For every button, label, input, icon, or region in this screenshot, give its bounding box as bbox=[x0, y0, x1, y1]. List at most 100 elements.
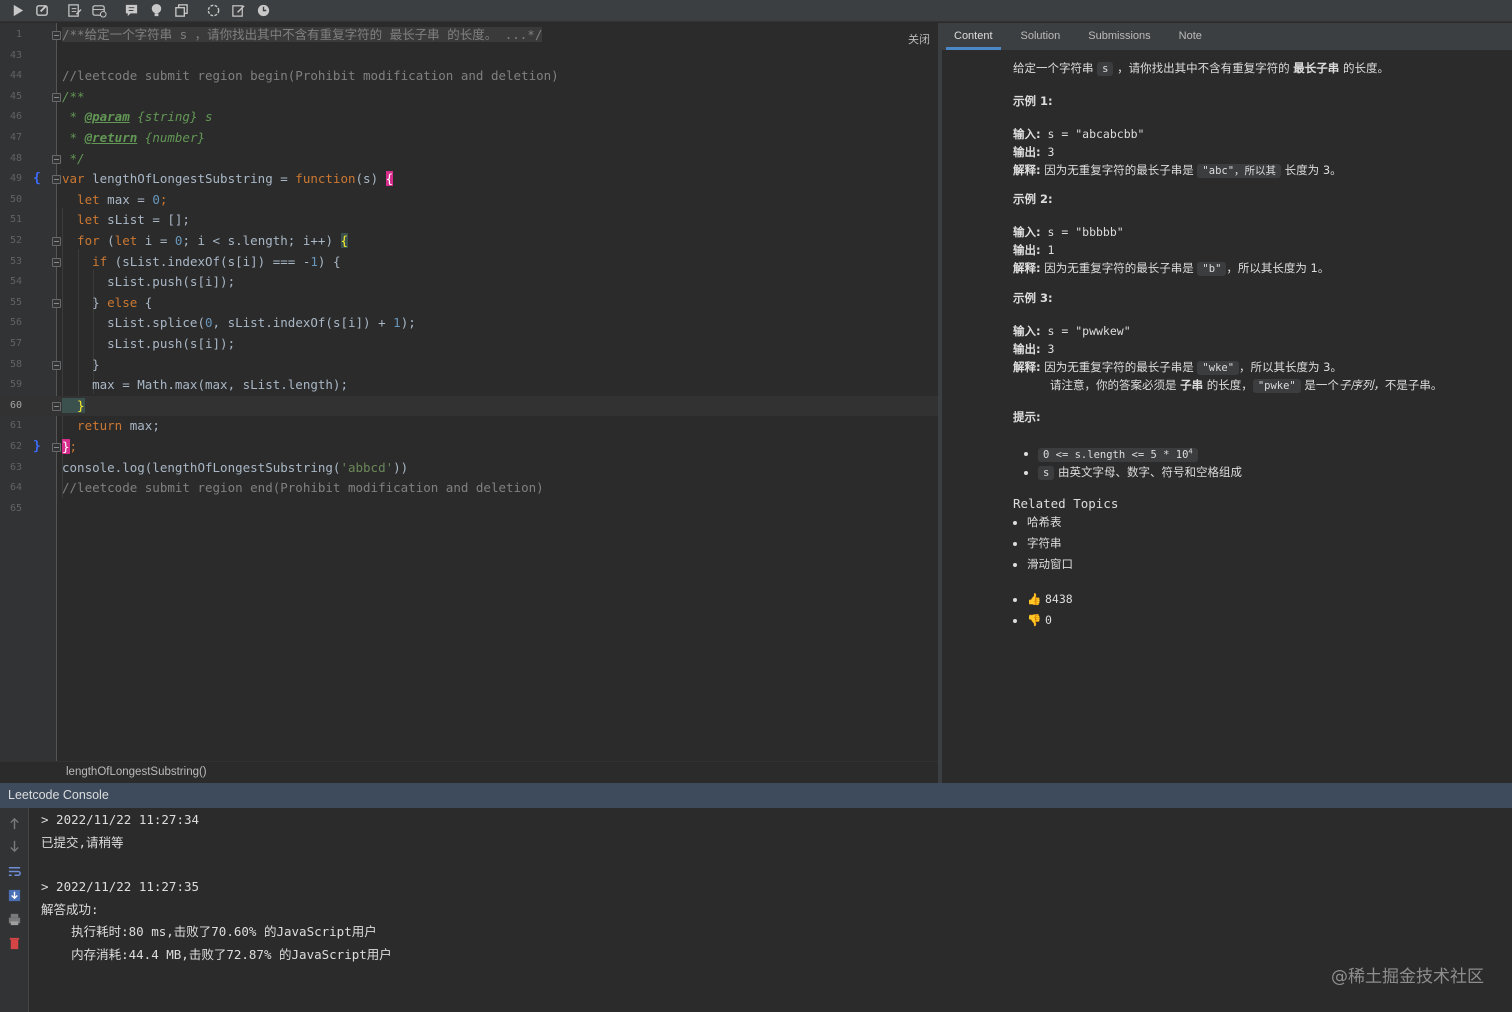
fold-icon[interactable] bbox=[52, 443, 61, 452]
code-line: 48 */ bbox=[0, 149, 938, 170]
tab-solution[interactable]: Solution bbox=[1013, 23, 1069, 50]
likes-item[interactable]: 👍 8438 bbox=[1013, 590, 1073, 608]
fold-icon[interactable] bbox=[52, 154, 61, 164]
thumbs-up-icon: 👍 bbox=[1027, 592, 1042, 606]
circle-icon[interactable] bbox=[202, 1, 224, 21]
dislikes-item[interactable]: 👎 0 bbox=[1013, 611, 1052, 629]
console-line: 执行耗时:80 ms,击败了70.60% 的JavaScript用户 bbox=[41, 924, 377, 939]
fold-icon[interactable] bbox=[52, 92, 61, 102]
code-text: max = Math.max(max, sList.length); bbox=[62, 377, 348, 393]
topic-link[interactable]: 哈希表 bbox=[1013, 513, 1062, 531]
arrow-down-icon[interactable] bbox=[7, 839, 22, 854]
trash-icon[interactable] bbox=[7, 936, 22, 951]
soft-wrap-icon[interactable] bbox=[7, 864, 22, 879]
print-icon[interactable] bbox=[7, 912, 22, 927]
code-text: } bbox=[62, 356, 100, 372]
breadcrumb[interactable]: lengthOfLongestSubstring() bbox=[0, 761, 938, 783]
hint-item: s 由英文字母、数字、符号和空格组成 bbox=[1024, 463, 1242, 482]
run-icon[interactable] bbox=[6, 1, 28, 21]
example-explain: 解释: 因为无重复字符的最长子串是 "wke" ，所以其长度为 3。 bbox=[1013, 360, 1343, 375]
fold-icon[interactable] bbox=[52, 360, 61, 370]
code-text: */ bbox=[62, 150, 85, 166]
console-title: Leetcode Console bbox=[8, 788, 109, 802]
code-line: 63 console.log(lengthOfLongestSubstring(… bbox=[0, 458, 938, 479]
fold-icon[interactable] bbox=[52, 31, 61, 40]
console-line: 内存消耗:44.4 MB,击败了72.87% 的JavaScript用户 bbox=[41, 947, 392, 962]
example-output: 输出: 3 bbox=[1013, 342, 1055, 356]
example-explain: 解释: 因为无重复字符的最长子串是 "b" ，所以其长度为 1。 bbox=[1013, 261, 1330, 276]
fold-icon[interactable] bbox=[52, 401, 61, 411]
line-number: 1 bbox=[15, 29, 22, 40]
comment-icon[interactable] bbox=[120, 1, 142, 21]
brace-marker-icon: { bbox=[33, 171, 41, 187]
console-line: 已提交,请稍等 bbox=[41, 835, 124, 850]
line-number: 59 bbox=[9, 379, 22, 391]
problem-intro: 给定一个字符串 s ，请你找出其中不含有重复字符的 最长子串 的长度。 bbox=[1013, 61, 1389, 76]
example-output: 输出: 3 bbox=[1013, 145, 1055, 159]
line-number: 46 bbox=[9, 111, 22, 123]
code-text: //leetcode submit region begin(Prohibit … bbox=[62, 68, 559, 84]
line-number: 49 bbox=[9, 173, 22, 185]
watermark: @稀土掘金技术社区 bbox=[1331, 967, 1484, 987]
example-note: 请注意，你的答案必须是 子串 的长度， "pwke" 是一个子序列，不是子串。 bbox=[1050, 378, 1443, 393]
line-number: 60 bbox=[9, 399, 22, 411]
line-number: 47 bbox=[9, 132, 22, 143]
tab-content[interactable]: Content bbox=[946, 23, 1001, 50]
jsdoc-tag: @param bbox=[84, 109, 130, 125]
hints-title: 提示: bbox=[1013, 410, 1041, 424]
arrow-up-icon[interactable] bbox=[7, 816, 22, 831]
brace-marker-icon: } bbox=[33, 439, 41, 454]
line-number: 58 bbox=[9, 358, 22, 370]
code-line: 54 sList.push(s[i]); bbox=[0, 272, 938, 293]
collapsed-comment[interactable]: /**给定一个字符串 s ，请你找出其中不含有重复字符的 最长子串 的长度。 .… bbox=[62, 27, 543, 42]
code-editor[interactable]: 关闭 1 /**给定一个字符串 s ，请你找出其中不含有重复字符的 最长子串 的… bbox=[0, 23, 938, 761]
scroll-end-icon[interactable] bbox=[7, 888, 22, 903]
line-number: 53 bbox=[9, 255, 22, 267]
debug-icon[interactable] bbox=[31, 1, 53, 21]
console-output[interactable]: > 2022/11/22 11:27:34 已提交,请稍等 > 2022/11/… bbox=[29, 808, 1512, 1012]
code-line: 59 max = Math.max(max, sList.length); bbox=[0, 375, 938, 396]
example-title: 示例 2: bbox=[1013, 192, 1053, 206]
code-line: 47 * @return {number} bbox=[0, 128, 938, 149]
breadcrumb-label[interactable]: lengthOfLongestSubstring() bbox=[66, 766, 207, 778]
line-number: 54 bbox=[9, 276, 22, 288]
fold-icon[interactable] bbox=[52, 298, 61, 308]
code-text: //leetcode submit region end(Prohibit mo… bbox=[62, 480, 544, 496]
console-header: Leetcode Console bbox=[0, 783, 1512, 808]
code-line: 53 if (sList.indexOf(s[i]) === -1) { bbox=[0, 252, 938, 273]
line-number: 62 bbox=[9, 441, 22, 452]
line-number: 57 bbox=[9, 338, 22, 349]
topic-link[interactable]: 滑动窗口 bbox=[1013, 555, 1073, 573]
example-explain: 解释: 因为无重复字符的最长子串是 "abc"，所以其 长度为 3。 bbox=[1013, 163, 1342, 178]
db-icon[interactable] bbox=[88, 1, 110, 21]
topic-link[interactable]: 字符串 bbox=[1013, 534, 1062, 552]
tab-submissions[interactable]: Submissions bbox=[1080, 23, 1158, 50]
code-line: 62 } }; bbox=[0, 437, 938, 458]
example-input: 输入: s = "abcabcbb" bbox=[1013, 127, 1145, 141]
code-line: 50 let max = 0; bbox=[0, 190, 938, 211]
note-icon[interactable] bbox=[227, 1, 249, 21]
line-number: 56 bbox=[9, 317, 22, 329]
code-line: 52 for (let i = 0; i < s.length; i++) { bbox=[0, 231, 938, 252]
code-line-current: 60 } bbox=[0, 395, 938, 417]
code-text: sList.push(s[i]); bbox=[62, 336, 236, 351]
problem-panel: Content Solution Submissions Note 给定一个字符… bbox=[942, 23, 1512, 783]
line-number: 63 bbox=[9, 461, 22, 473]
edit-icon[interactable] bbox=[63, 1, 85, 21]
hint-item: 0 <= s.length <= 5 * 104 bbox=[1024, 442, 1198, 464]
line-number: 65 bbox=[9, 502, 22, 514]
thumbs-down-icon: 👎 bbox=[1027, 613, 1042, 627]
line-number: 43 bbox=[9, 49, 22, 61]
code-text: sList.push(s[i]); bbox=[62, 274, 236, 290]
fold-icon[interactable] bbox=[52, 237, 61, 246]
bulb-icon[interactable] bbox=[145, 1, 167, 21]
example-title: 示例 3: bbox=[1013, 291, 1053, 305]
tab-note[interactable]: Note bbox=[1171, 23, 1210, 50]
line-number: 64 bbox=[9, 482, 22, 494]
code-line: 43 bbox=[0, 46, 938, 67]
clock-icon[interactable] bbox=[252, 1, 274, 21]
copy-icon[interactable] bbox=[170, 1, 192, 21]
fold-icon[interactable] bbox=[52, 257, 61, 267]
code-line: 57 sList.push(s[i]); bbox=[0, 334, 938, 355]
fold-icon[interactable] bbox=[52, 175, 61, 185]
